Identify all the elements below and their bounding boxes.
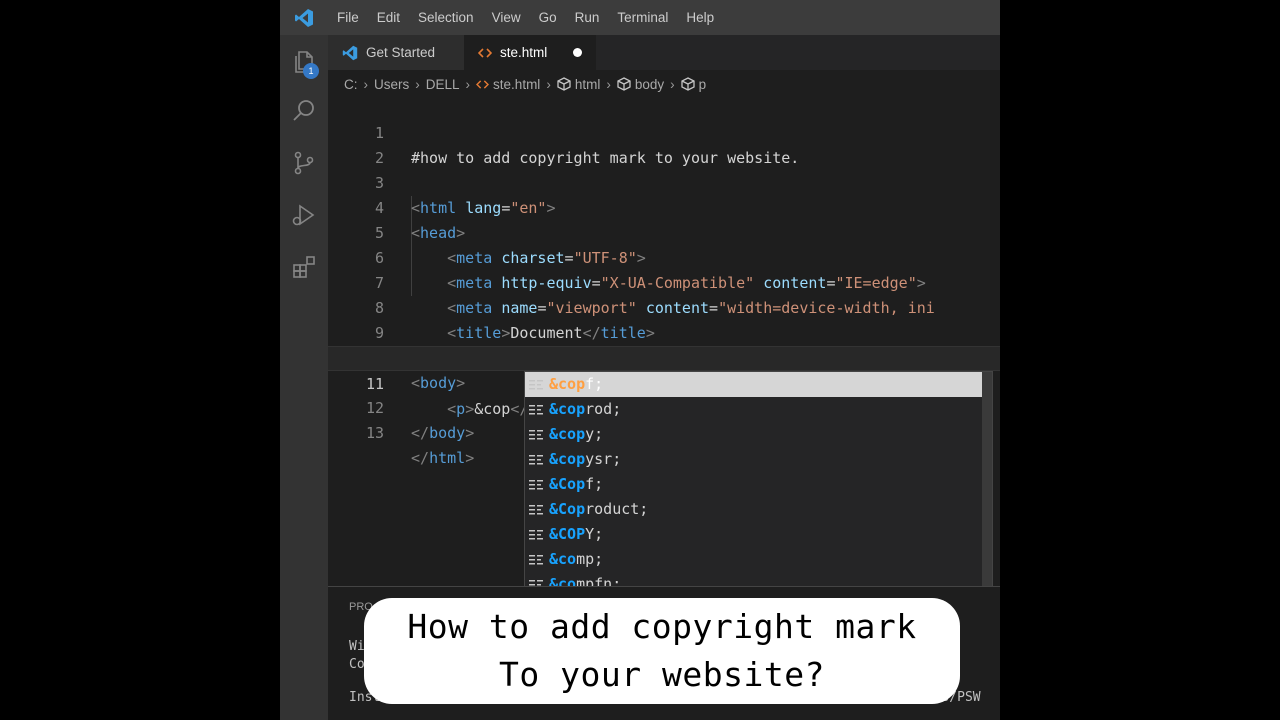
suggestion-item[interactable]: &cop ysr;: [525, 447, 992, 472]
current-code-line: 11 <p>&cop</p>: [328, 346, 1000, 418]
suggestion-match: &cop: [549, 425, 586, 443]
text-snippet-icon: [527, 426, 545, 444]
activity-bar: 1: [280, 35, 328, 720]
menu-edit[interactable]: Edit: [368, 10, 409, 25]
chevron-right-icon: ›: [546, 76, 551, 92]
text-snippet-icon: [527, 476, 545, 494]
tab-bar: Get Started ste.html: [328, 35, 1000, 70]
tab-get-started[interactable]: Get Started: [328, 35, 464, 70]
suggestion-rest: Y;: [585, 525, 604, 543]
line-text: </html>: [411, 449, 475, 467]
breadcrumb-item[interactable]: html: [575, 77, 601, 92]
code-line: 3 <html lang="en">: [328, 146, 1000, 217]
code-line: 4 <head>: [328, 171, 1000, 242]
menu-bar: File Edit Selection View Go Run Terminal…: [280, 0, 1000, 35]
tab-label: Get Started: [366, 45, 436, 60]
breadcrumb-item[interactable]: Users: [374, 77, 409, 92]
symbol-element-icon: [680, 77, 695, 91]
symbol-element-icon: [557, 77, 571, 91]
suggestion-rest: ysr;: [585, 450, 622, 468]
suggestion-item[interactable]: &cop rod;: [525, 397, 992, 422]
menu-terminal[interactable]: Terminal: [608, 10, 677, 25]
symbol-element-icon: [617, 77, 631, 91]
suggestion-match: &COP: [549, 525, 586, 543]
code-line: 1 #how to add copyright mark to your web…: [328, 96, 1000, 167]
code-line: 5 <meta charset="UTF-8">: [328, 196, 1000, 267]
vscode-logo-icon: [280, 0, 328, 35]
suggestion-match: &Cop: [549, 475, 586, 493]
suggestion-scrollbar[interactable]: [982, 372, 992, 597]
suggestion-item[interactable]: &Cop roduct;: [525, 497, 992, 522]
extensions-icon[interactable]: [280, 243, 328, 291]
autocomplete-suggestions[interactable]: &cop f; &cop rod; &cop y; &cop ysr; &Cop f; &…: [524, 371, 993, 598]
explorer-icon[interactable]: 1: [280, 37, 328, 85]
terminal-text: Co: [349, 657, 365, 672]
run-debug-icon[interactable]: [280, 191, 328, 239]
chevron-right-icon: ›: [606, 76, 611, 92]
html-file-icon: [476, 79, 490, 90]
menu-file[interactable]: File: [328, 10, 368, 25]
suggestion-rest: rod;: [585, 400, 622, 418]
text-snippet-icon: [527, 376, 545, 394]
chevron-right-icon: ›: [465, 76, 471, 92]
suggestion-rest: f;: [585, 375, 604, 393]
text-snippet-icon: [527, 501, 545, 519]
breadcrumb-item[interactable]: C:: [344, 77, 358, 92]
suggestion-match: &co: [549, 550, 577, 568]
caption-line: How to add copyright mark: [407, 607, 917, 646]
tab-label: ste.html: [500, 45, 548, 60]
line-text: </body>: [411, 424, 475, 442]
suggestion-match: &cop: [549, 450, 586, 468]
breadcrumb-item[interactable]: DELL: [426, 77, 460, 92]
suggestion-match: &cop: [549, 375, 586, 393]
html-file-icon: [478, 47, 492, 59]
search-icon[interactable]: [280, 87, 328, 135]
breadcrumb-item[interactable]: ste.html: [493, 77, 540, 92]
suggestion-rest: y;: [585, 425, 604, 443]
menu-selection[interactable]: Selection: [409, 10, 483, 25]
suggestion-item[interactable]: &cop y;: [525, 422, 992, 447]
breadcrumb-item[interactable]: body: [635, 77, 664, 92]
suggestion-item[interactable]: &cop f;: [525, 372, 992, 397]
chevron-right-icon: ›: [670, 76, 675, 92]
explorer-badge: 1: [303, 63, 319, 79]
suggestion-item[interactable]: &co mp;: [525, 547, 992, 572]
suggestion-item[interactable]: &COP Y;: [525, 522, 992, 547]
suggestion-rest: f;: [585, 475, 604, 493]
unsaved-dot-icon[interactable]: [573, 48, 582, 57]
code-line: 6 <meta http-equiv="X-UA-Compatible" con…: [328, 221, 1000, 292]
breadcrumb-item[interactable]: p: [699, 77, 707, 92]
suggestion-rest: mp;: [576, 550, 604, 568]
code-line: 7 <meta name="viewport" content="width=d…: [328, 246, 1000, 317]
chevron-right-icon: ›: [415, 76, 420, 92]
code-line: 8 <title>Document</title>: [328, 271, 1000, 342]
suggestion-rest: roduct;: [585, 500, 649, 518]
breadcrumb: C: › Users › DELL › ste.html › html › bo…: [344, 72, 706, 96]
text-snippet-icon: [527, 551, 545, 569]
line-number: 13: [365, 424, 384, 442]
caption-line: To your website?: [499, 655, 825, 694]
terminal-text: Wi: [349, 639, 365, 654]
video-caption: How to add copyright mark To your websit…: [364, 598, 960, 704]
chevron-right-icon: ›: [363, 76, 369, 92]
text-snippet-icon: [527, 401, 545, 419]
text-snippet-icon: [527, 526, 545, 544]
tab-ste-html[interactable]: ste.html: [464, 35, 596, 70]
menu-go[interactable]: Go: [530, 10, 566, 25]
menu-run[interactable]: Run: [566, 10, 609, 25]
suggestion-item[interactable]: &Cop f;: [525, 472, 992, 497]
suggestion-match: &Cop: [549, 500, 586, 518]
suggestion-match: &cop: [549, 400, 586, 418]
code-line: 2: [328, 121, 1000, 167]
menu-view[interactable]: View: [483, 10, 530, 25]
vscode-tab-icon: [342, 45, 358, 61]
code-line: 9 </head>: [328, 296, 1000, 367]
source-control-icon[interactable]: [280, 139, 328, 187]
menu-help[interactable]: Help: [677, 10, 723, 25]
code-line: 10 <body>: [328, 321, 1000, 392]
text-snippet-icon: [527, 451, 545, 469]
